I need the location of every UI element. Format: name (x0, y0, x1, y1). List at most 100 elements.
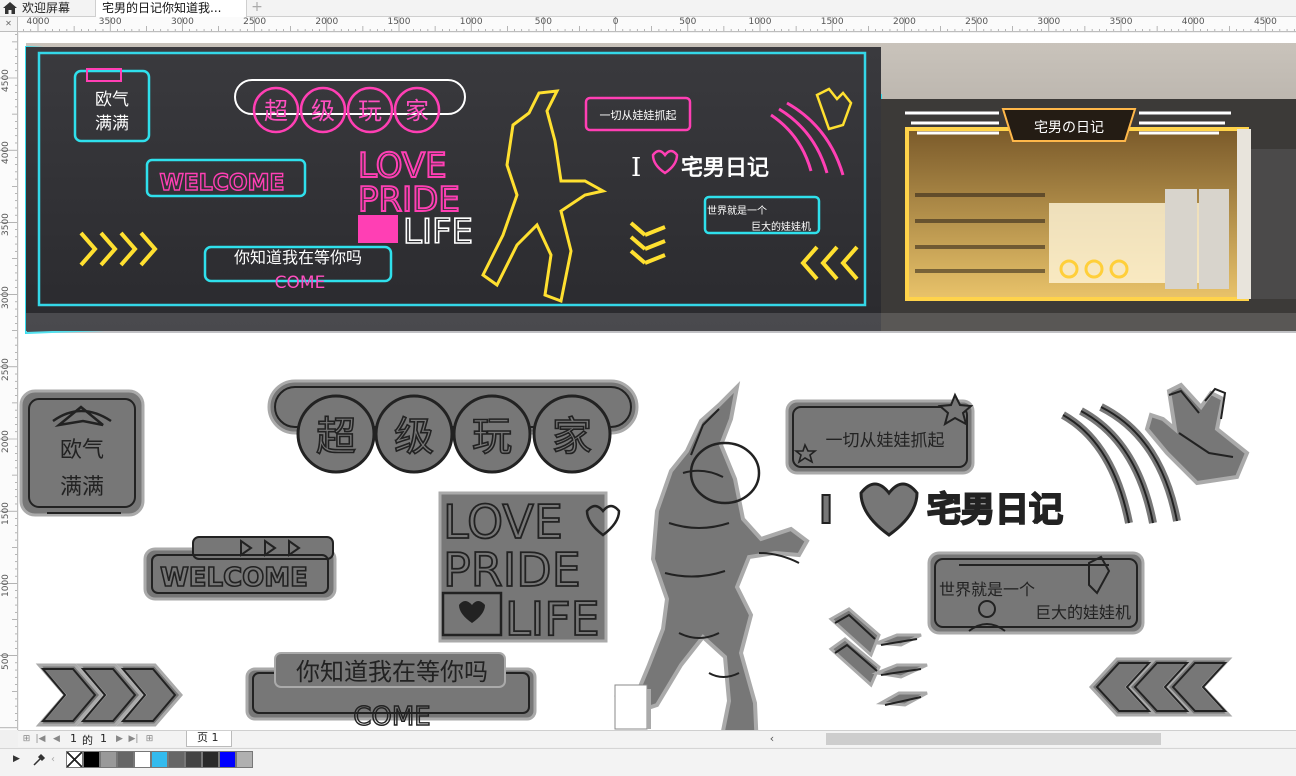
flat-lucky-line-1: 欧气 (60, 438, 104, 463)
flat-welcome-sign[interactable]: WELCOME (143, 536, 337, 601)
flat-bubble-top[interactable]: 一切从娃娃抓起 (785, 392, 975, 475)
color-swatch[interactable] (168, 751, 185, 768)
design-artwork[interactable]: 欧气 满满 超 级 玩 家 WELCOME LOVE PRIDE LIFE 你知… (19, 33, 1296, 730)
ruler-origin[interactable]: ✕ (0, 17, 18, 32)
document-tab[interactable]: 宅男的日记你知道我... (95, 0, 247, 17)
flat-lucky-box[interactable]: 欧气 满满 (19, 389, 145, 517)
photo-title-char-3: 玩 (358, 97, 382, 125)
photo-top-left-line-1: 欧气 (95, 90, 129, 110)
ruler-h-label: 2500 (965, 17, 989, 27)
flat-brand-text: 宅男日记 (927, 490, 1063, 530)
flat-bubble-bottom-2: 巨大的娃娃机 (1035, 603, 1131, 622)
ruler-v-label: 500 (1, 652, 11, 670)
flat-life: LIFE (505, 592, 600, 646)
photo-come: COME (275, 273, 326, 293)
color-swatch[interactable] (100, 751, 117, 768)
photo-bubble-bottom-2: 巨大的娃娃机 (751, 220, 811, 233)
color-swatch[interactable] (202, 751, 219, 768)
horizontal-ruler[interactable]: 4000 3500 3000 2500 2000 1500 1000 500 0 500 1000 1… (18, 17, 1296, 32)
home-icon (3, 2, 17, 14)
scroll-left-button[interactable]: ‹ (766, 732, 778, 746)
drawing-canvas[interactable]: 欧气 满满 超 级 玩 家 WELCOME LOVE PRIDE LIFE 你知… (19, 33, 1296, 730)
flat-astronaut[interactable] (614, 381, 810, 730)
page-navigation-bar: ⊞ |◀ ◀ 1 的 1 ▶ ▶| ⊞ 页 1 ‹ (18, 730, 1296, 747)
ruler-v-label: 2500 (1, 357, 11, 381)
flat-mid-chevrons[interactable] (828, 607, 928, 707)
photo-waiting: 你知道我在等你吗 (234, 248, 362, 267)
photo-welcome: WELCOME (159, 171, 284, 196)
flat-title-group[interactable]: 超 级 玩 家 (267, 379, 639, 474)
add-page-before-button[interactable]: ⊞ (21, 733, 32, 745)
photo-bubble-top: 一切从娃娃抓起 (600, 108, 677, 122)
welcome-screen-tab[interactable]: 欢迎屏幕 (0, 0, 94, 17)
add-page-after-button[interactable]: ⊞ (144, 733, 155, 745)
ruler-h-label: 3000 (170, 17, 194, 27)
first-page-button[interactable]: |◀ (35, 733, 46, 745)
flat-waiting-sign[interactable]: 你知道我在等你吗 COME (245, 652, 537, 730)
ruler-h-label: 2500 (243, 17, 267, 27)
coreldraw-window: 欢迎屏幕 宅男的日记你知道我... + ✕ 4000 3500 3000 2500 20… (0, 0, 1296, 776)
photo-bubble-bottom-1: 世界就是一个 (707, 204, 767, 217)
photo-title-char-1: 超 (264, 97, 288, 125)
rendering-photo[interactable]: 欧气 满满 超 级 玩 家 WELCOME LOVE PRIDE LIFE 你知… (25, 43, 1296, 335)
palette-back-icon[interactable]: ‹ (51, 754, 55, 765)
previous-page-button[interactable]: ◀ (51, 733, 62, 745)
photo-shop-sign: 宅男の日记 (1034, 120, 1104, 136)
ruler-v-label: 1000 (1, 574, 11, 598)
flat-i-letter: I (819, 488, 833, 532)
vertical-ruler[interactable]: 4500 4000 3500 3000 2500 2000 1500 1000 500 (0, 32, 18, 730)
no-color-swatch[interactable] (66, 751, 83, 768)
ruler-h-label: 2000 (315, 17, 339, 27)
color-swatch[interactable] (185, 751, 202, 768)
page-of-label: 的 (82, 734, 93, 747)
color-swatch[interactable] (117, 751, 134, 768)
palette-expand-icon[interactable]: ▶ (13, 754, 20, 764)
color-swatch[interactable] (83, 751, 100, 768)
flat-brand[interactable]: I 宅男日记 (818, 482, 1064, 537)
flat-bubble-top-text: 一切从娃娃抓起 (826, 431, 945, 451)
photo-title-char-2: 级 (311, 97, 335, 125)
page-border (614, 684, 648, 730)
ruler-h-label: 1000 (748, 17, 772, 27)
horizontal-scrollbar-thumb[interactable] (826, 733, 1161, 745)
flat-title-char-2: 级 (394, 414, 434, 460)
color-swatch[interactable] (134, 751, 151, 768)
flat-left-chevrons[interactable] (35, 663, 183, 727)
photo-i-letter: I (631, 153, 641, 183)
ruler-h-label: 3500 (98, 17, 122, 27)
ruler-h-label: 500 (679, 17, 697, 27)
flat-love-pride-life[interactable]: LOVE PRIDE LIFE (438, 491, 621, 647)
ruler-h-label: 3000 (1037, 17, 1061, 27)
last-page-button[interactable]: ▶| (128, 733, 139, 745)
flat-bubble-bottom[interactable]: 世界就是一个 巨大的娃娃机 (927, 551, 1145, 635)
flat-love: LOVE (443, 495, 563, 549)
ruler-h-label: 500 (534, 17, 552, 27)
flat-rock-hand[interactable] (1060, 382, 1250, 524)
color-swatch[interactable] (236, 751, 253, 768)
photo-life: LIFE (403, 212, 473, 252)
flat-title-char-4: 家 (552, 414, 592, 460)
flat-bubble-bottom-1: 世界就是一个 (939, 580, 1035, 599)
flat-right-chevrons[interactable] (1088, 657, 1233, 717)
color-palette: ▶ ‹ (0, 748, 1296, 776)
ruler-v-label: 3500 (1, 213, 11, 237)
next-page-button[interactable]: ▶ (114, 733, 125, 745)
ruler-h-label: 4000 (1181, 17, 1205, 27)
vertical-ruler-ticks (0, 34, 17, 729)
photo-title-char-4: 家 (405, 97, 429, 125)
flat-title-char-1: 超 (316, 414, 356, 460)
flat-welcome: WELCOME (160, 563, 308, 593)
ruler-h-label: 4500 (1253, 17, 1277, 27)
color-swatch[interactable] (151, 751, 168, 768)
ruler-h-label: 1500 (820, 17, 844, 27)
eyedropper-icon[interactable] (32, 753, 46, 767)
new-tab-button[interactable]: + (250, 0, 264, 17)
ruler-v-label: 4500 (1, 69, 11, 92)
ruler-h-label: 1000 (459, 17, 483, 27)
ruler-v-label: 2000 (1, 430, 11, 453)
flat-artwork[interactable]: 欧气 满满 超 级 玩 家 WELCOME LOVE PRIDE LIFE 你知… (19, 379, 1250, 730)
photo-top-left-line-2: 满满 (95, 114, 129, 134)
color-swatch[interactable] (219, 751, 236, 768)
page-tab-1[interactable]: 页 1 (186, 731, 232, 747)
horizontal-ruler-ticks (23, 17, 1295, 31)
